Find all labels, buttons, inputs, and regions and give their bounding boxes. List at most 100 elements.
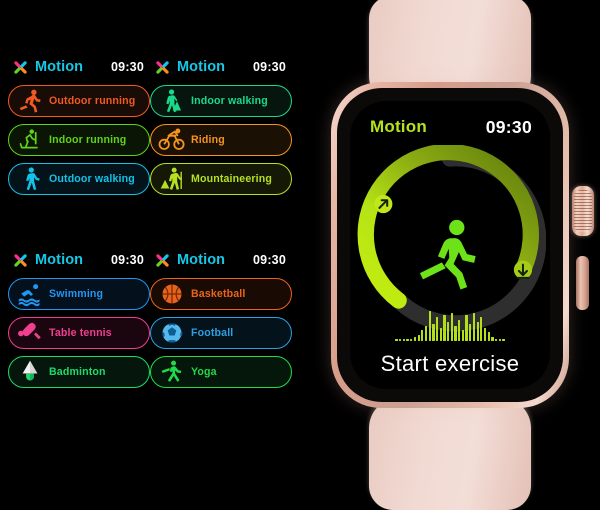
exercise-item-riding[interactable]: Riding <box>150 124 292 156</box>
running-figure-icon <box>419 219 476 290</box>
exercise-item-swimming[interactable]: Swimming <box>8 278 150 310</box>
x-logo-icon <box>14 253 27 267</box>
waveform-bar <box>402 338 406 341</box>
x-logo-icon <box>156 253 169 267</box>
waveform-bar <box>465 315 468 341</box>
exercise-label: Outdoor walking <box>49 173 135 185</box>
waveform-bar <box>487 332 490 341</box>
exercise-item-mountaineering[interactable]: Mountaineering <box>150 163 292 195</box>
panel-header: Motion 09:30 <box>150 55 292 79</box>
waveform-bar <box>472 313 476 341</box>
bicycle-icon <box>158 128 185 150</box>
exercise-panel-top-left: Motion 09:30 Outdoor running Indoor runn… <box>8 55 150 230</box>
exercise-list: Indoor walking Riding Mountaineering <box>150 85 292 195</box>
waveform-bar <box>428 311 431 341</box>
waveform-bar <box>447 321 450 341</box>
waveform-bar <box>469 323 472 341</box>
watch-status-bar: Motion 09:30 <box>350 117 550 141</box>
pingpong-icon <box>18 322 41 340</box>
exercise-label: Basketball <box>191 288 246 300</box>
waveform-bar <box>454 326 457 341</box>
waveform-bar <box>413 336 417 341</box>
waveform-bar <box>450 313 453 341</box>
exercise-panel-top-right: Motion 09:30 Indoor walking Riding Mount… <box>150 55 292 230</box>
exercise-label: Mountaineering <box>191 173 272 185</box>
panel-clock: 09:30 <box>111 253 144 267</box>
exercise-item-basketball[interactable]: Basketball <box>150 278 292 310</box>
panel-title: Motion <box>177 59 226 75</box>
exercise-label: Table tennis <box>49 327 112 339</box>
x-logo-icon <box>14 60 27 74</box>
panel-clock: 09:30 <box>111 60 144 74</box>
waveform-bar <box>410 338 413 341</box>
waveform-bar <box>439 328 442 341</box>
shuttlecock-icon <box>22 360 38 381</box>
exercise-list: Swimming Table tennis Badminton <box>8 278 150 388</box>
walking-icon <box>26 167 40 191</box>
side-button[interactable] <box>576 256 589 310</box>
waveform-bar <box>480 317 483 341</box>
waveform-bar <box>435 317 439 341</box>
waveform-bar <box>494 338 498 341</box>
waveform-bar <box>406 338 409 341</box>
waveform-bar <box>421 330 424 341</box>
digital-crown[interactable] <box>572 186 594 236</box>
panel-clock: 09:30 <box>253 253 286 267</box>
watch-screen[interactable]: Motion 09:30 Start exercise <box>350 101 550 389</box>
soccerball-icon <box>162 323 183 343</box>
waveform-bar <box>476 321 479 341</box>
arrow-down-icon <box>513 260 533 279</box>
yoga-icon <box>161 360 182 382</box>
panel-header: Motion 09:30 <box>8 248 150 272</box>
exercise-label: Indoor running <box>49 134 127 146</box>
exercise-item-outdoor-walking[interactable]: Outdoor walking <box>8 163 150 195</box>
smartwatch: Motion 09:30 Start exercise <box>300 0 600 510</box>
screenshot-root: Motion 09:30 Outdoor running Indoor runn… <box>0 0 600 510</box>
waveform-bar <box>502 338 505 341</box>
treadmill-icon <box>19 129 38 149</box>
watch-case: Motion 09:30 Start exercise <box>331 82 569 408</box>
exercise-label: Indoor walking <box>191 95 268 107</box>
waveform-bar <box>417 334 420 341</box>
waveform-bar <box>424 326 428 341</box>
crown-ridges <box>574 190 592 232</box>
hiking-icon <box>160 167 182 190</box>
waveform-bar <box>498 338 501 341</box>
waveform-bar <box>443 315 446 341</box>
panel-title: Motion <box>35 252 84 268</box>
waveform-bar <box>399 338 402 341</box>
exercise-label: Outdoor running <box>49 95 136 107</box>
exercise-list: Basketball Football Yoga <box>150 278 292 388</box>
x-logo-icon <box>156 60 169 74</box>
swimmer-icon <box>18 284 40 307</box>
watch-band-bottom <box>369 398 531 510</box>
exercise-list: Outdoor running Indoor running Outdoor w… <box>8 85 150 195</box>
panel-header: Motion 09:30 <box>150 248 292 272</box>
exercise-item-yoga[interactable]: Yoga <box>150 356 292 388</box>
waveform-bar <box>483 328 487 341</box>
watch-clock: 09:30 <box>485 117 532 137</box>
panel-title: Motion <box>177 252 226 268</box>
exercise-item-indoor-walking[interactable]: Indoor walking <box>150 85 292 117</box>
arrow-up-right-icon <box>374 194 393 214</box>
panel-clock: 09:30 <box>253 60 286 74</box>
indoor-walking-icon <box>166 89 182 113</box>
watch-app-title: Motion <box>370 117 427 136</box>
waveform-bar <box>491 336 494 341</box>
exercise-panel-grid: Motion 09:30 Outdoor running Indoor runn… <box>0 0 300 501</box>
activity-waveform <box>394 309 506 341</box>
exercise-label: Yoga <box>191 366 217 378</box>
running-icon <box>19 89 41 113</box>
exercise-item-badminton[interactable]: Badminton <box>8 356 150 388</box>
exercise-item-outdoor-running[interactable]: Outdoor running <box>8 85 150 117</box>
waveform-bar <box>432 323 435 341</box>
exercise-item-table-tennis[interactable]: Table tennis <box>8 317 150 349</box>
exercise-label: Badminton <box>49 366 106 378</box>
exercise-panel-bottom-right: Motion 09:30 Basketball Football Yoga <box>150 248 292 423</box>
exercise-item-indoor-running[interactable]: Indoor running <box>8 124 150 156</box>
panel-title: Motion <box>35 59 84 75</box>
exercise-item-football[interactable]: Football <box>150 317 292 349</box>
watch-bezel: Motion 09:30 Start exercise <box>337 88 563 402</box>
waveform-bar <box>458 319 461 341</box>
start-exercise-label[interactable]: Start exercise <box>350 351 550 377</box>
